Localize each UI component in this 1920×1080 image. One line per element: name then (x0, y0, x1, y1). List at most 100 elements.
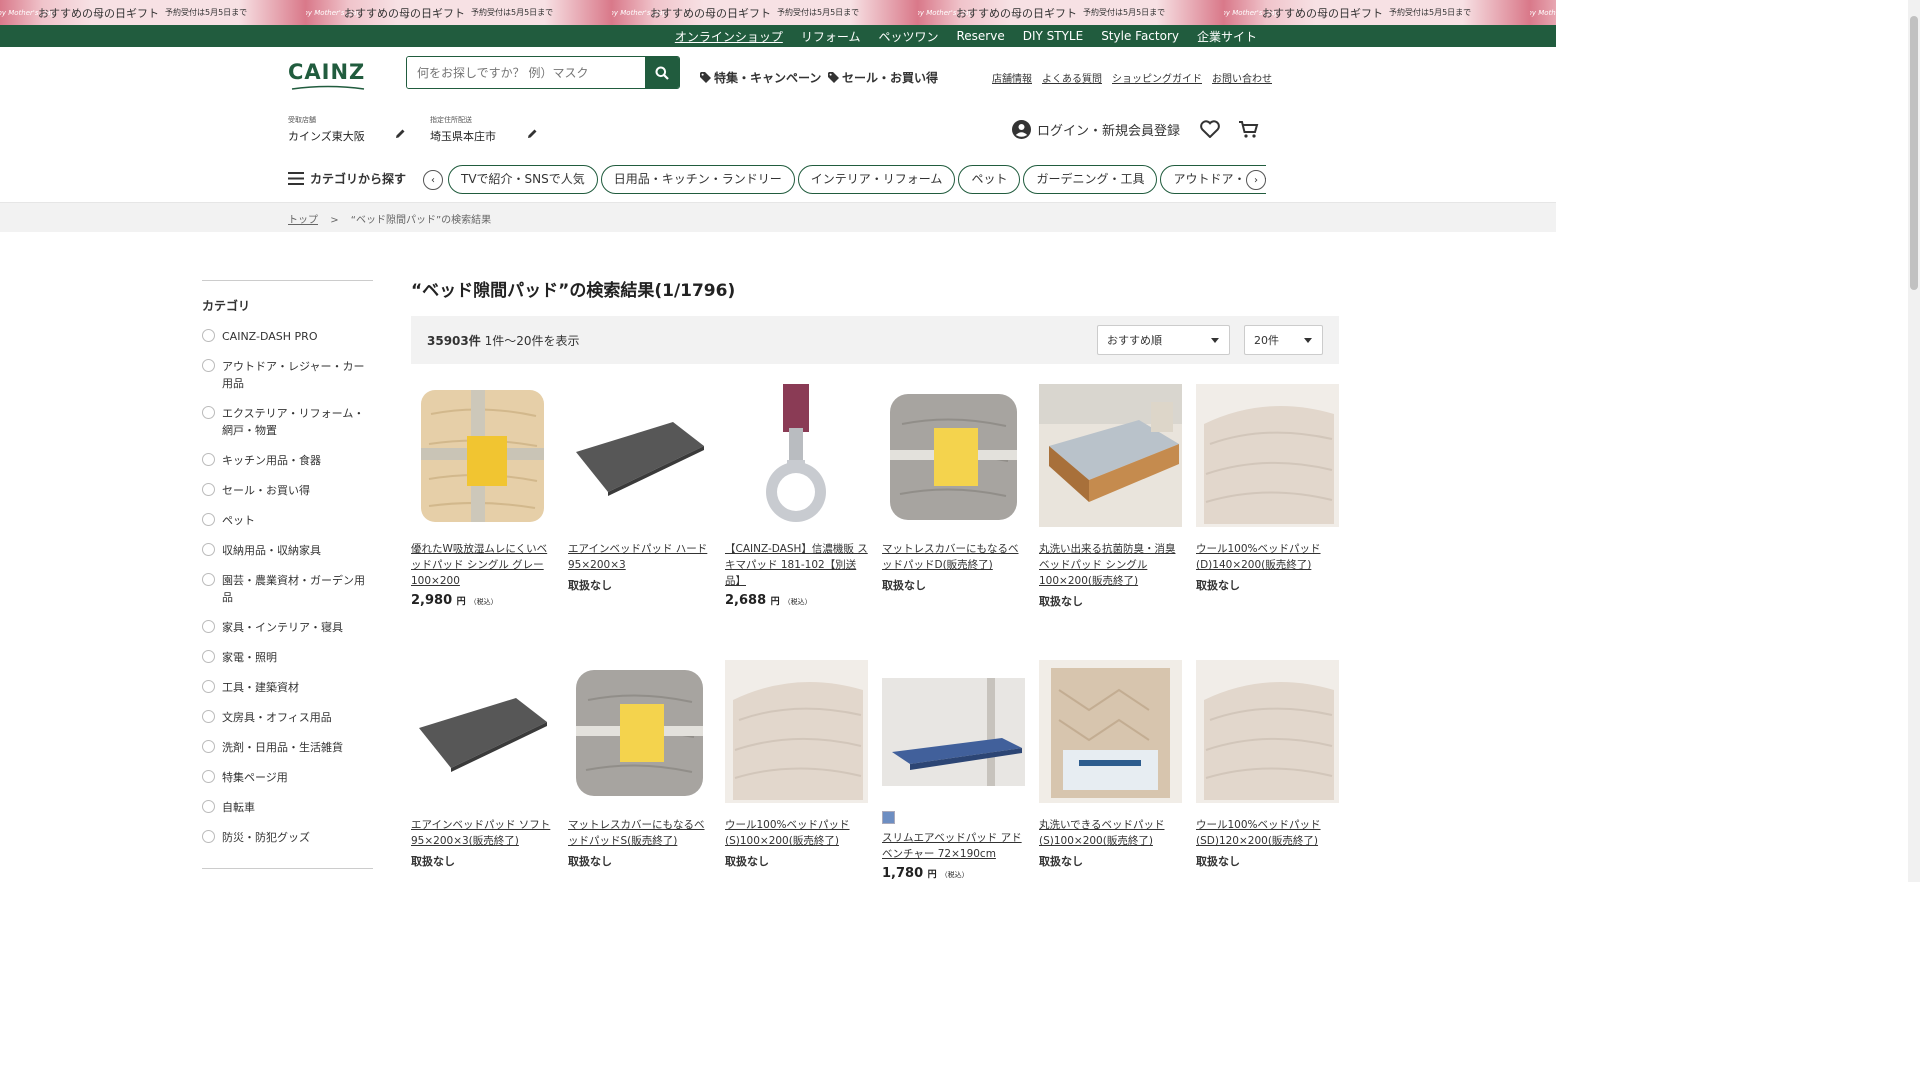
product-name-link[interactable]: 丸洗い出来る抗菌防臭・消臭ベッドパッド シングル 100×200(販売終了) (1039, 541, 1182, 589)
category-menu-button[interactable]: カテゴリから探す (288, 170, 406, 187)
radio-button[interactable] (202, 800, 215, 813)
banner-segment[interactable]: Happy Mother's Dayおすすめの母の日ギフト予約受付は5月5日まで (612, 0, 918, 25)
product-card[interactable]: ウール100%ベッドパッド(D)140×200(販売終了) 取扱なし (1196, 384, 1339, 593)
product-name-link[interactable]: 丸洗いできるベッドパッド(S)100×200(販売終了) (1039, 817, 1182, 849)
topnav-link[interactable]: リフォーム (792, 28, 870, 45)
radio-button[interactable] (202, 830, 215, 843)
product-card[interactable]: 丸洗いできるベッドパッド(S)100×200(販売終了) 取扱なし (1039, 660, 1182, 869)
radio-button[interactable] (202, 329, 215, 342)
category-pill[interactable]: ガーデニング・工具 (1023, 165, 1158, 194)
radio-button[interactable] (202, 483, 215, 496)
radio-button[interactable] (202, 573, 215, 586)
topnav-link[interactable]: Style Factory (1092, 29, 1188, 43)
login-link[interactable]: ログイン・新規会員登録 (1012, 120, 1180, 139)
product-card[interactable]: マットレスカバーにもなるベッドパッドD(販売終了) 取扱なし (882, 384, 1025, 593)
radio-button[interactable] (202, 770, 215, 783)
radio-button[interactable] (202, 453, 215, 466)
category-pill[interactable]: インテリア・リフォーム (797, 165, 956, 194)
category-filter-item[interactable]: 家電・照明 (202, 649, 373, 666)
product-card[interactable]: スリムエアベッドパッド アドベンチャー 72×190cm 1,780 円（税込） (882, 660, 1025, 881)
category-pill[interactable]: 日用品・キッチン・ランドリー (600, 165, 795, 194)
product-card[interactable]: 丸洗い出来る抗菌防臭・消臭ベッドパッド シングル 100×200(販売終了) 取扱… (1039, 384, 1182, 609)
breadcrumb-home[interactable]: トップ (288, 215, 318, 226)
campaign-link[interactable]: 特集・キャンペーン (700, 69, 821, 86)
favorites-heart-icon[interactable] (1200, 120, 1220, 138)
search-input[interactable] (407, 57, 645, 88)
product-name-link[interactable]: ウール100%ベッドパッド(S)100×200(販売終了) (725, 817, 868, 849)
category-filter-item[interactable]: 防災・防犯グッズ (202, 829, 373, 846)
category-filter-item[interactable]: 収納用品・収納家具 (202, 542, 373, 559)
category-filter-item[interactable]: 園芸・農業資材・ガーデン用品 (202, 572, 373, 606)
radio-button[interactable] (202, 680, 215, 693)
mothers-day-banner[interactable]: Happy Mother's Dayおすすめの母の日ギフト予約受付は5月5日まで… (0, 0, 1556, 25)
category-filter-item[interactable]: ペット (202, 512, 373, 529)
product-image[interactable] (411, 384, 554, 527)
category-filter-item[interactable]: 文房具・オフィス用品 (202, 709, 373, 726)
contact-link[interactable]: お問い合わせ (1212, 70, 1272, 85)
radio-button[interactable] (202, 710, 215, 723)
product-name-link[interactable]: エアインベッドパッド ソフト 95×200×3(販売終了) (411, 817, 554, 849)
product-card[interactable]: エアインベッドパッド ハード 95×200×3 取扱なし (568, 384, 711, 593)
category-filter-item[interactable]: 自転車 (202, 799, 373, 816)
topnav-link[interactable]: Reserve (947, 29, 1013, 43)
category-prev-button[interactable]: ‹ (423, 170, 443, 190)
category-filter-item[interactable]: 特集ページ用 (202, 769, 373, 786)
category-filter-item[interactable]: 工具・建築資材 (202, 679, 373, 696)
category-filter-item[interactable]: アウトドア・レジャー・カー用品 (202, 358, 373, 392)
radio-button[interactable] (202, 406, 215, 419)
product-image[interactable] (1196, 384, 1339, 527)
product-image[interactable] (1039, 660, 1182, 803)
page-scrollbar[interactable] (1908, 0, 1920, 882)
radio-button[interactable] (202, 513, 215, 526)
topnav-link[interactable]: オンラインショップ (666, 28, 792, 45)
product-card[interactable]: 優れたW吸放湿ムレにくいベッドパッド シングル グレー 100×200 2,980… (411, 384, 554, 608)
product-card[interactable]: 【CAINZ-DASH】信濃機販 スキマパッド 181-102【別送品】 2,68… (725, 384, 868, 608)
category-next-button[interactable]: › (1246, 170, 1266, 190)
edit-address-pencil-icon[interactable] (527, 128, 538, 139)
radio-button[interactable] (202, 543, 215, 556)
faq-link[interactable]: よくある質問 (1042, 70, 1102, 85)
product-name-link[interactable]: エアインベッドパッド ハード 95×200×3 (568, 541, 711, 573)
category-filter-item[interactable]: 家具・インテリア・寝具 (202, 619, 373, 636)
product-card[interactable]: エアインベッドパッド ソフト 95×200×3(販売終了) 取扱なし (411, 660, 554, 869)
product-name-link[interactable]: スリムエアベッドパッド アドベンチャー 72×190cm (882, 830, 1025, 862)
sort-select[interactable]: おすすめ順 (1097, 325, 1230, 355)
banner-segment[interactable]: Happy Mother's Dayおすすめの母の日ギフト予約受付は5月5日まで (918, 0, 1224, 25)
product-name-link[interactable]: ウール100%ベッドパッド(D)140×200(販売終了) (1196, 541, 1339, 573)
product-image[interactable] (1039, 384, 1182, 527)
product-name-link[interactable]: 【CAINZ-DASH】信濃機販 スキマパッド 181-102【別送品】 (725, 541, 868, 589)
radio-button[interactable] (202, 620, 215, 633)
category-filter-item[interactable]: CAINZ-DASH PRO (202, 328, 373, 345)
product-card[interactable]: ウール100%ベッドパッド(S)100×200(販売終了) 取扱なし (725, 660, 868, 869)
search-button[interactable] (645, 57, 679, 88)
banner-segment[interactable]: Happy Mother's Dayおすすめの母の日ギフト予約受付は5月5日まで (0, 0, 306, 25)
banner-segment[interactable]: Happy Mother's Dayおすすめの母の日ギフト予約受付は5月5日まで (1224, 0, 1530, 25)
scrollbar-thumb[interactable] (1910, 16, 1918, 290)
product-card[interactable]: マットレスカバーにもなるベッドパッドS(販売終了) 取扱なし (568, 660, 711, 869)
color-swatch[interactable] (882, 811, 895, 824)
product-image[interactable] (568, 384, 711, 527)
cart-icon[interactable] (1238, 120, 1259, 139)
product-name-link[interactable]: ウール100%ベッドパッド(SD)120×200(販売終了) (1196, 817, 1339, 849)
topnav-link[interactable]: 企業サイト (1188, 28, 1266, 45)
product-image[interactable] (568, 660, 711, 803)
product-image[interactable] (882, 384, 1025, 527)
product-image[interactable] (1196, 660, 1339, 803)
radio-button[interactable] (202, 740, 215, 753)
category-filter-item[interactable]: エクステリア・リフォーム・網戸・物置 (202, 405, 373, 439)
product-image[interactable] (725, 660, 868, 803)
product-name-link[interactable]: マットレスカバーにもなるベッドパッドD(販売終了) (882, 541, 1025, 573)
category-pill[interactable]: ペット (958, 165, 1021, 194)
category-filter-item[interactable]: キッチン用品・食器 (202, 452, 373, 469)
product-name-link[interactable]: 優れたW吸放湿ムレにくいベッドパッド シングル グレー 100×200 (411, 541, 554, 589)
product-image[interactable] (411, 660, 554, 803)
edit-store-pencil-icon[interactable] (395, 128, 406, 139)
product-image[interactable] (725, 384, 868, 527)
category-filter-item[interactable]: セール・お買い得 (202, 482, 373, 499)
banner-segment[interactable]: Happy Mother's Dayおすすめの母の日ギフト予約受付は5月5日まで (1530, 0, 1556, 25)
radio-button[interactable] (202, 650, 215, 663)
shopping-guide-link[interactable]: ショッピングガイド (1112, 70, 1202, 85)
category-filter-item[interactable]: 洗剤・日用品・生活雑貨 (202, 739, 373, 756)
product-card[interactable]: ウール100%ベッドパッド(SD)120×200(販売終了) 取扱なし (1196, 660, 1339, 869)
per-page-select[interactable]: 20件 (1244, 325, 1323, 355)
